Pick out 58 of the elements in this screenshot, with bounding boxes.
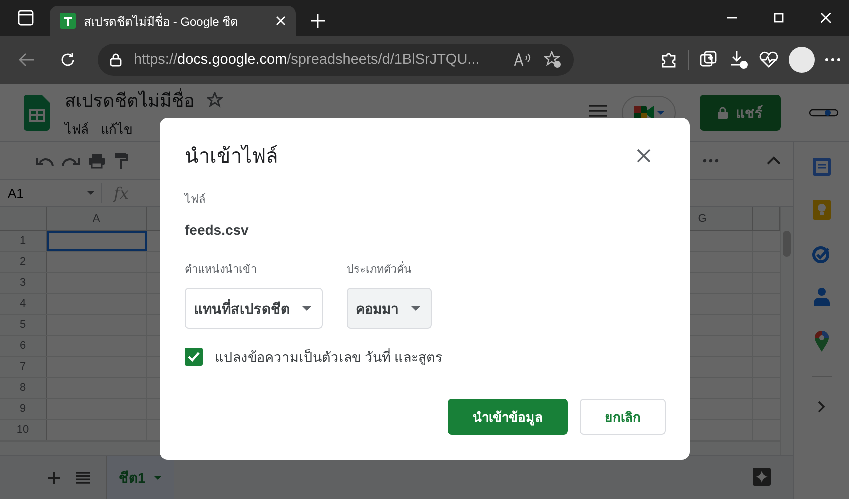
caret-icon <box>154 476 162 480</box>
vertical-scrollbar[interactable] <box>780 207 793 455</box>
document-title[interactable]: สเปรดชีตไม่มีชื่อ <box>65 86 195 114</box>
sidebar-icon[interactable] <box>18 10 34 26</box>
dropdown[interactable]: คอมมา <box>347 288 432 329</box>
cell-reference: A1 <box>8 186 24 200</box>
checkmark-icon <box>188 352 200 362</box>
person-icon[interactable] <box>814 288 830 306</box>
refresh-icon[interactable] <box>60 52 76 68</box>
read-aloud-icon[interactable] <box>514 53 532 67</box>
chevron-up-icon[interactable] <box>767 156 781 165</box>
more-icon[interactable] <box>825 58 841 62</box>
puzzle-icon[interactable] <box>660 51 678 69</box>
close-icon <box>637 149 651 163</box>
dialog-title: นำเข้าไฟล์ <box>185 144 278 170</box>
sheet-list-icon[interactable] <box>76 472 90 484</box>
lock-icon <box>718 106 728 118</box>
menu-item[interactable]: ไฟล์ <box>65 118 89 140</box>
caret-icon <box>87 191 95 195</box>
task-check-icon[interactable] <box>812 244 832 264</box>
file-name: feeds.csv <box>185 222 250 238</box>
caret-icon <box>657 110 665 114</box>
sheets-logo-icon <box>24 94 50 130</box>
lock-icon <box>110 53 122 67</box>
field-label: ตำแหน่งนำเข้า <box>185 263 258 278</box>
dropdown[interactable]: แทนที่สเปรดชีต <box>185 288 323 329</box>
caret-icon <box>302 306 312 311</box>
menu-item[interactable]: แก้ไข <box>101 118 133 140</box>
field-label: ไฟล์ <box>185 192 207 208</box>
url-text: https://docs.google.com/spreadsheets/d/1BlSrJTQU... <box>134 52 481 68</box>
chevron-right-icon[interactable] <box>818 401 826 413</box>
back-arrow-icon[interactable] <box>18 53 34 67</box>
address-bar[interactable]: https://docs.google.com/spreadsheets/d/1BlSrJTQU... <box>98 44 574 76</box>
caret-icon <box>411 306 421 311</box>
close-icon[interactable] <box>820 13 830 23</box>
name-box[interactable]: A1 <box>0 183 102 203</box>
field-label: ประเภทตัวคั่น <box>347 260 432 278</box>
paint-roller-icon[interactable] <box>114 152 128 170</box>
map-pin-icon[interactable] <box>814 330 830 352</box>
import-button[interactable]: นำเข้าข้อมูล <box>448 399 568 435</box>
browser-tab[interactable]: สเปรดชีตไม่มีชื่อ - Google ชีต <box>50 6 296 36</box>
close-icon[interactable] <box>276 16 286 26</box>
profile-avatar[interactable] <box>789 47 815 73</box>
checkbox[interactable] <box>185 348 203 366</box>
sheet-tab[interactable]: ชีต1 <box>106 456 174 499</box>
explore-icon[interactable] <box>753 468 771 488</box>
checkbox-label: แปลงข้อความเป็นตัวเลข วันที่ และสูตร <box>215 347 443 368</box>
print-icon[interactable] <box>88 152 106 168</box>
sheets-logo-icon <box>60 13 76 29</box>
cancel-button[interactable]: ยกเลิก <box>580 399 666 435</box>
maximize-icon[interactable] <box>774 13 784 23</box>
star-icon[interactable] <box>207 92 223 108</box>
download-icon[interactable] <box>729 50 749 70</box>
share-button[interactable]: แชร์ <box>700 94 781 130</box>
selected-cell[interactable] <box>47 231 147 251</box>
column-header[interactable]: A <box>47 207 147 230</box>
favorite-star-icon[interactable] <box>544 51 562 69</box>
heart-pulse-icon[interactable] <box>759 51 779 69</box>
